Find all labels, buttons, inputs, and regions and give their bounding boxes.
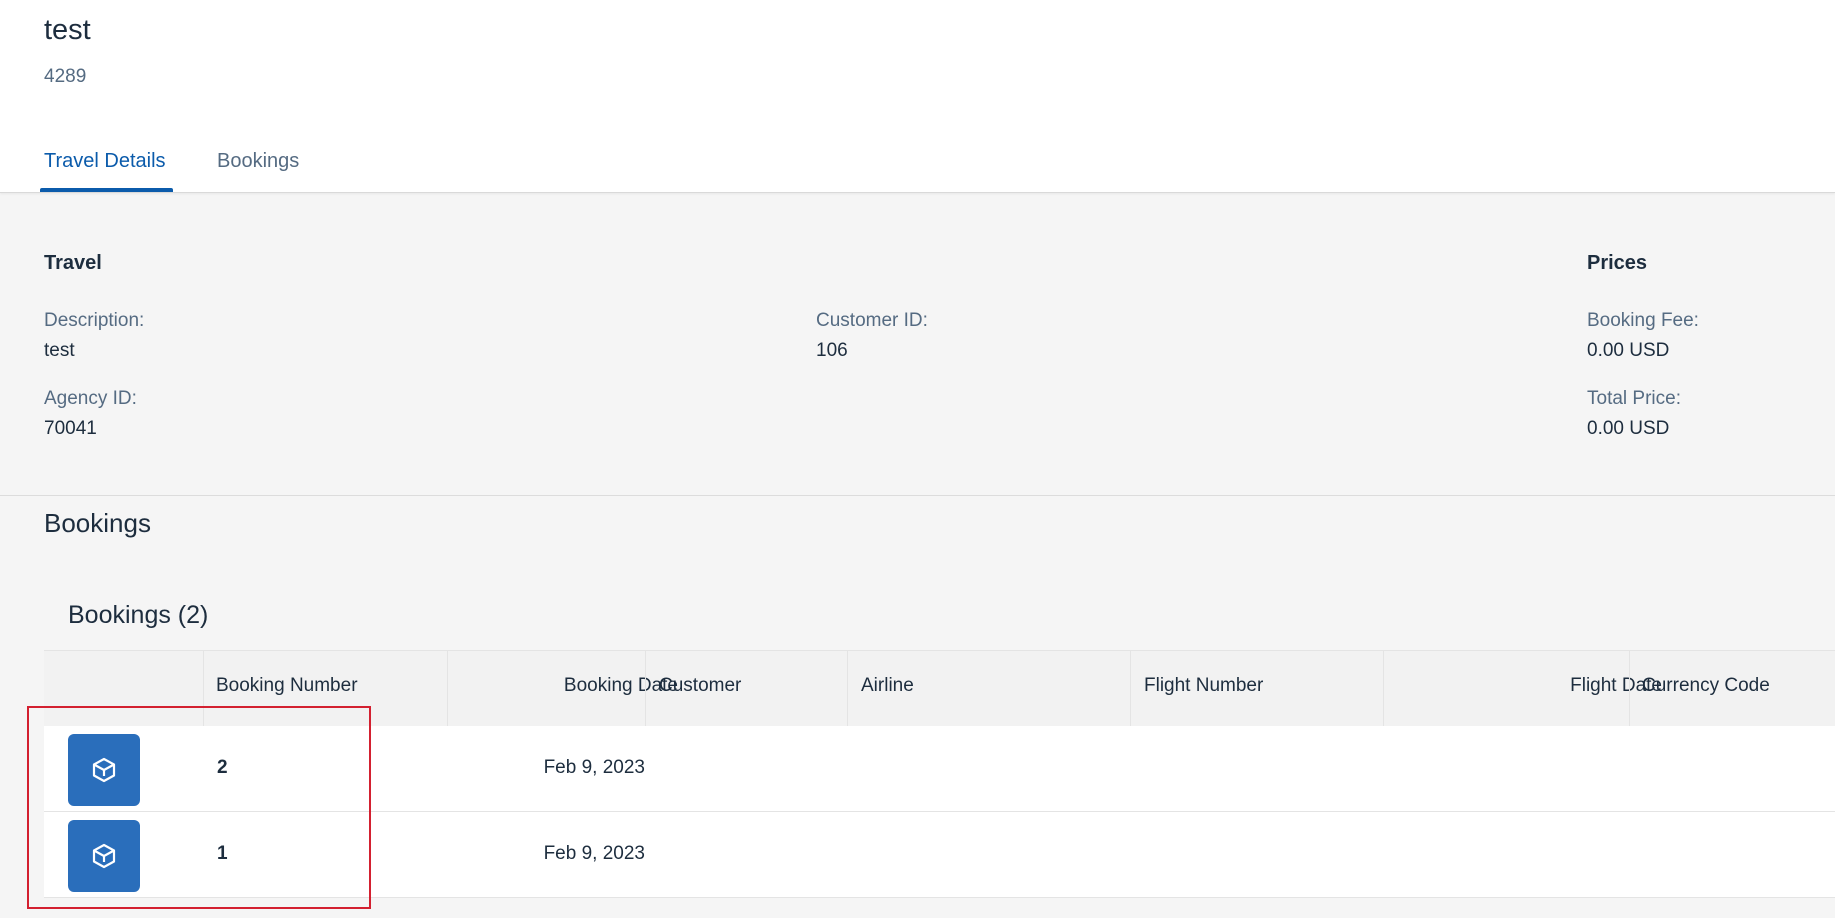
column-separator bbox=[447, 651, 448, 726]
bookings-table-title: Bookings (2) bbox=[68, 601, 209, 629]
column-header-currency-code[interactable]: Currency Code bbox=[1642, 675, 1770, 697]
column-separator bbox=[203, 651, 204, 726]
column-header-booking-number[interactable]: Booking Number bbox=[216, 675, 358, 697]
table-row[interactable]: 2 Feb 9, 2023 bbox=[44, 726, 1835, 812]
total-price-value: 0.00 USD bbox=[1587, 418, 1670, 439]
product-box-icon[interactable] bbox=[68, 734, 140, 806]
booking-date-cell: Feb 9, 2023 bbox=[543, 843, 645, 864]
table-row[interactable]: 1 Feb 9, 2023 bbox=[44, 812, 1835, 898]
column-separator bbox=[847, 651, 848, 726]
agency-id-label: Agency ID: bbox=[44, 388, 137, 409]
section-divider bbox=[0, 495, 1835, 496]
booking-number-cell: 1 bbox=[217, 843, 228, 864]
customer-id-label: Customer ID: bbox=[816, 310, 928, 331]
description-value: test bbox=[44, 340, 75, 361]
total-price-label: Total Price: bbox=[1587, 388, 1681, 409]
booking-date-cell: Feb 9, 2023 bbox=[543, 757, 645, 778]
tab-bookings[interactable]: Bookings bbox=[217, 150, 299, 173]
column-header-airline[interactable]: Airline bbox=[861, 675, 914, 697]
column-separator bbox=[1383, 651, 1384, 726]
product-box-icon[interactable] bbox=[68, 820, 140, 892]
prices-section-heading: Prices bbox=[1587, 252, 1648, 274]
booking-fee-value: 0.00 USD bbox=[1587, 340, 1670, 361]
column-separator bbox=[645, 651, 646, 726]
booking-fee-label: Booking Fee: bbox=[1587, 310, 1699, 331]
description-label: Description: bbox=[44, 310, 145, 331]
booking-number-cell: 2 bbox=[217, 757, 228, 778]
tab-travel-details[interactable]: Travel Details bbox=[44, 150, 166, 173]
column-header-flight-number[interactable]: Flight Number bbox=[1144, 675, 1263, 697]
column-separator bbox=[1130, 651, 1131, 726]
bookings-section-title: Bookings bbox=[44, 508, 151, 538]
object-page-header: test 4289 Travel Details Bookings bbox=[0, 0, 1835, 193]
column-separator bbox=[1629, 651, 1630, 726]
column-header-customer[interactable]: Customer bbox=[659, 675, 741, 697]
customer-id-value: 106 bbox=[816, 340, 848, 361]
page-subtitle: 4289 bbox=[44, 66, 87, 87]
page-title: test bbox=[44, 14, 91, 46]
travel-section-heading: Travel bbox=[44, 252, 102, 274]
bookings-table-header: Booking Number Booking Date Customer Air… bbox=[44, 650, 1835, 727]
active-tab-indicator bbox=[40, 188, 173, 192]
agency-id-value: 70041 bbox=[44, 418, 97, 439]
